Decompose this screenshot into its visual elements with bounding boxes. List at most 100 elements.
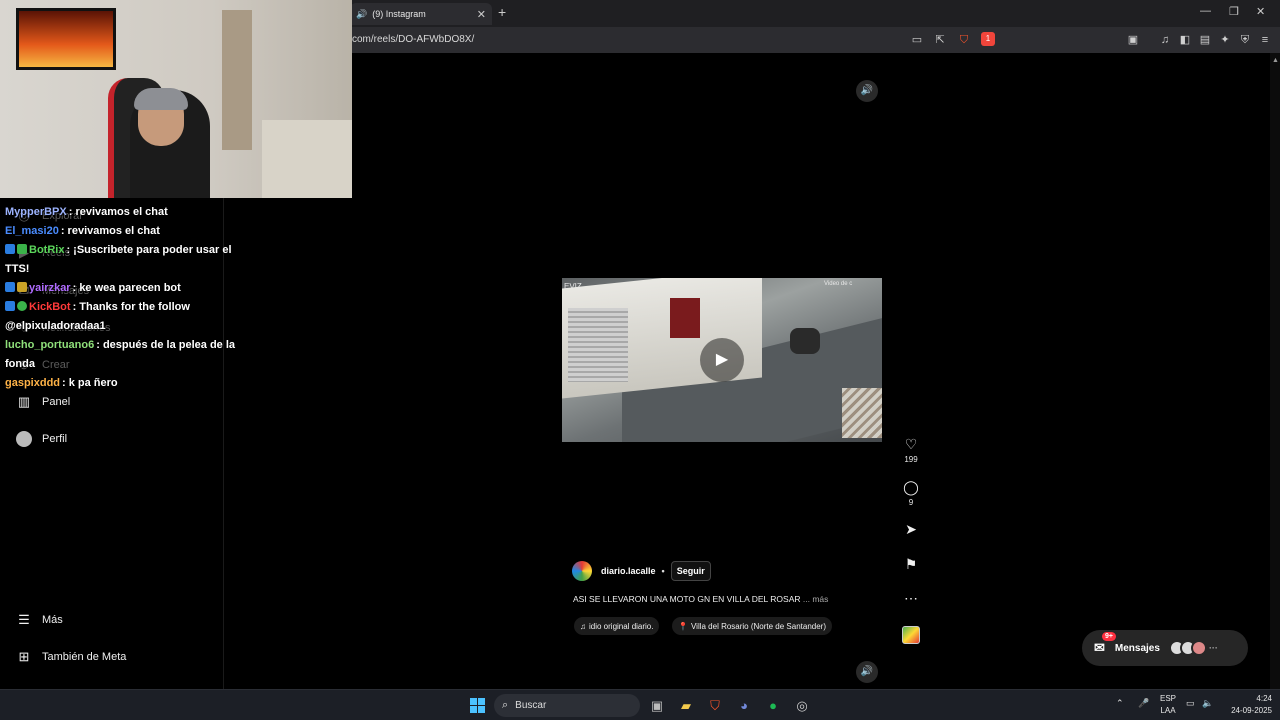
- more-options-button[interactable]: ⋯: [900, 590, 922, 607]
- discord-icon[interactable]: ◕: [735, 697, 753, 715]
- author-avatar[interactable]: [572, 561, 592, 581]
- share-icon[interactable]: ⇱: [933, 33, 947, 47]
- brave-browser-icon[interactable]: ⛉: [706, 697, 724, 715]
- app-icon[interactable]: ◎: [793, 697, 811, 715]
- messages-dock[interactable]: ✉ 9+ Mensajes ···: [1082, 630, 1248, 666]
- caption-text: ASI SE LLEVARON UNA MOTO GN EN VILLA DEL…: [573, 594, 801, 604]
- save-button[interactable]: ⚑: [900, 556, 922, 573]
- chat-username: BotRix: [29, 244, 65, 256]
- chat-message: gaspixddd: k pa ñero: [0, 374, 236, 393]
- search-label: Buscar: [515, 700, 547, 711]
- wall-poster: [262, 120, 352, 198]
- door: [222, 10, 252, 150]
- author-name[interactable]: diario.lacalle: [601, 566, 656, 576]
- system-clock[interactable]: 4:24 24-09-2025: [1224, 693, 1272, 717]
- sidebar-item-panel[interactable]: ▥ Panel: [16, 394, 70, 410]
- reader-icon[interactable]: ▣: [1126, 33, 1140, 47]
- audio-thumbnail[interactable]: [902, 626, 920, 644]
- chat-username: El_masi20: [5, 225, 59, 237]
- streamer-hat: [134, 88, 188, 110]
- send-icon: ➤: [905, 521, 917, 537]
- microphone-icon[interactable]: 🎤: [1138, 698, 1149, 709]
- spotify-icon[interactable]: ●: [764, 697, 782, 715]
- sidebar-item-meta[interactable]: ⊞ También de Meta: [16, 649, 127, 665]
- wallet-icon[interactable]: ▤: [1198, 33, 1212, 47]
- verified-badge-icon: [5, 282, 15, 292]
- url-field[interactable]: com/reels/DO-AFWbDO8X/: [352, 34, 474, 45]
- chat-username: yairzkar: [29, 282, 71, 294]
- chart-icon: ▥: [17, 394, 31, 409]
- new-tab-button[interactable]: +: [498, 4, 506, 20]
- volume-icon[interactable]: 🔊: [856, 661, 878, 683]
- location-pill[interactable]: 📍 Villa del Rosario (Norte de Santander): [672, 617, 833, 635]
- reel-author: diario.lacalle • Seguir: [572, 561, 711, 581]
- leo-ai-icon[interactable]: ✦: [1218, 33, 1232, 47]
- menu-icon[interactable]: ≡: [1258, 33, 1272, 47]
- close-window-button[interactable]: ✕: [1256, 5, 1265, 18]
- chat-username: KickBot: [29, 301, 71, 313]
- chat-username: gaspixddd: [5, 377, 61, 389]
- taskbar-search[interactable]: ⌕ Buscar: [494, 694, 640, 717]
- music-icon[interactable]: ♫: [1158, 33, 1172, 47]
- cast-icon[interactable]: ▭: [910, 33, 924, 47]
- bot-badge-icon: [17, 244, 27, 254]
- sidebar-item-label: Panel: [42, 396, 71, 408]
- scroll-up-icon[interactable]: ▲: [1272, 57, 1279, 67]
- file-explorer-icon[interactable]: ▰: [677, 697, 695, 715]
- chat-message: yairzkar: ke wea parecen bot: [0, 279, 236, 298]
- volume-icon[interactable]: 🔊: [856, 80, 878, 102]
- audio-label: idio original diario.: [589, 621, 654, 631]
- chat-username: lucho_portuano6: [5, 339, 95, 351]
- tab-title: (9) Instagram: [372, 9, 426, 19]
- chat-message: KickBot: Thanks for the follow @elpixula…: [0, 298, 236, 336]
- meta-apps-icon: ⊞: [18, 649, 30, 664]
- more-link[interactable]: ... más: [803, 594, 829, 604]
- fireplace-tv: [16, 8, 116, 70]
- chevron-up-icon[interactable]: ⌃: [1116, 698, 1124, 709]
- music-note-icon: ♫: [580, 621, 586, 631]
- comment-button[interactable]: ◯ 9: [900, 479, 922, 507]
- brave-shield-icon[interactable]: ⛉: [957, 33, 971, 47]
- task-view-icon[interactable]: ▣: [648, 697, 666, 715]
- message-avatars: [1168, 640, 1207, 656]
- bookmark-icon: ⚑: [904, 556, 918, 572]
- windows-taskbar: ⌕ Buscar ▣ ▰ ⛉ ◕ ● ◎ ⌃ 🎤 ESP LAA ▭ 🔈 4:2…: [0, 689, 1280, 720]
- chat-message: MypperBPX: revivamos el chat: [0, 203, 236, 222]
- language-indicator[interactable]: ESP LAA: [1158, 693, 1178, 717]
- minimize-button[interactable]: —: [1200, 5, 1211, 17]
- sidebar-item-perfil[interactable]: Perfil: [16, 431, 67, 447]
- close-tab-icon[interactable]: ✕: [477, 8, 486, 21]
- subscriber-badge-icon: [17, 282, 27, 292]
- search-icon: ⌕: [502, 699, 509, 711]
- like-button[interactable]: ♡ 199: [900, 436, 922, 464]
- sidebar-icon[interactable]: ◧: [1178, 33, 1192, 47]
- speaker-icon[interactable]: 🔈: [1202, 698, 1213, 709]
- share-button[interactable]: ➤: [900, 521, 922, 538]
- rewards-badge[interactable]: 1: [981, 32, 995, 46]
- network-icon[interactable]: ▭: [1186, 698, 1195, 709]
- video-roof: [842, 388, 882, 438]
- webcam-overlay: [0, 0, 352, 198]
- restore-button[interactable]: ❐: [1229, 5, 1239, 18]
- follow-button[interactable]: Seguir: [670, 561, 711, 581]
- clock-time: 4:24: [1256, 694, 1272, 703]
- hamburger-icon: ☰: [18, 612, 30, 627]
- chat-text: : revivamos el chat: [68, 206, 168, 218]
- sidebar-item-label: También de Meta: [42, 651, 127, 663]
- comment-count: 9: [908, 498, 914, 507]
- audio-pill[interactable]: ♫ idio original diario.: [574, 617, 660, 635]
- messages-badge: 9+: [1102, 632, 1116, 641]
- speaker-icon[interactable]: 🔊: [356, 9, 367, 20]
- like-count: 199: [904, 455, 918, 464]
- windows-start-icon[interactable]: [469, 697, 487, 715]
- comment-icon: ◯: [903, 479, 919, 495]
- ellipsis-icon: ⋯: [904, 590, 918, 606]
- video-watermark-right: Video de c: [824, 281, 853, 287]
- vpn-icon[interactable]: ⛨: [1238, 33, 1252, 47]
- chat-text: : revivamos el chat: [60, 225, 160, 237]
- sidebar-item-mas[interactable]: ☰ Más: [16, 612, 63, 628]
- chat-username: MypperBPX: [5, 206, 67, 218]
- play-button[interactable]: ▶: [700, 338, 744, 382]
- page-scrollbar[interactable]: ▲: [1270, 53, 1280, 689]
- tab-instagram[interactable]: 🔊 (9) Instagram ✕: [350, 3, 492, 25]
